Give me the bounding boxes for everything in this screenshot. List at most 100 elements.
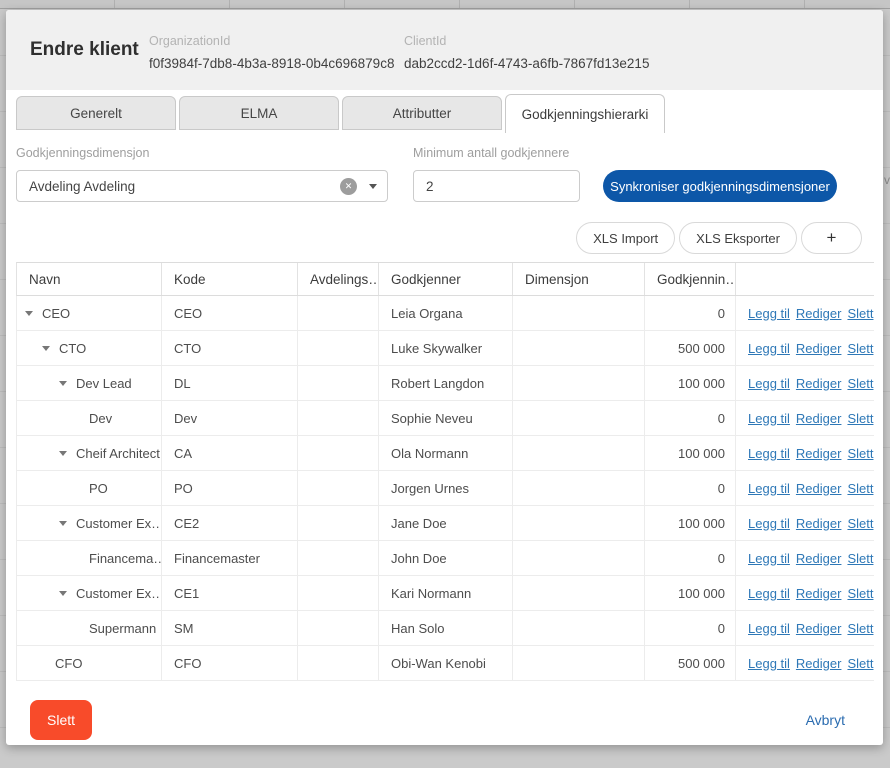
cancel-link[interactable]: Avbryt <box>806 712 845 728</box>
add-child-link[interactable]: Legg til <box>748 586 790 601</box>
cell-approver: John Doe <box>379 541 513 575</box>
tab-generelt[interactable]: Generelt <box>16 96 176 130</box>
column-header[interactable]: Dimensjon <box>513 263 645 295</box>
tab-bar: GenereltELMAAttributterGodkjenningshiera… <box>16 94 665 133</box>
tree-cell: Cheif Architect <box>17 436 162 470</box>
client-id-value: dab2ccd2-1d6f-4743-a6fb-7867fd13e215 <box>404 56 649 71</box>
delete-link[interactable]: Slett <box>847 621 873 636</box>
edit-link[interactable]: Rediger <box>796 621 842 636</box>
edit-link[interactable]: Rediger <box>796 306 842 321</box>
add-child-link[interactable]: Legg til <box>748 481 790 496</box>
add-child-link[interactable]: Legg til <box>748 341 790 356</box>
add-child-link[interactable]: Legg til <box>748 376 790 391</box>
cell-code: Dev <box>162 401 298 435</box>
row-actions: Legg til Rediger Slett <box>736 541 874 575</box>
edit-link[interactable]: Rediger <box>796 376 842 391</box>
hierarchy-table: NavnKodeAvdelings…GodkjennerDimensjonGod… <box>16 262 874 681</box>
table-row: Dev LeadDLRobert Langdon100 000Legg tilR… <box>16 366 874 401</box>
xls-import-button[interactable]: XLS Import <box>576 222 675 254</box>
edit-link[interactable]: Rediger <box>796 446 842 461</box>
delete-link[interactable]: Slett <box>847 516 873 531</box>
node-name: Financema… <box>89 551 162 566</box>
table-toolbar: XLS Import XLS Eksporter + <box>576 222 862 254</box>
xls-export-button[interactable]: XLS Eksporter <box>679 222 797 254</box>
column-header[interactable]: Kode <box>162 263 298 295</box>
collapse-arrow-icon[interactable] <box>25 311 33 316</box>
chevron-down-icon[interactable] <box>369 184 377 189</box>
edit-link[interactable]: Rediger <box>796 481 842 496</box>
collapse-arrow-icon[interactable] <box>42 346 50 351</box>
column-header[interactable]: Avdelings… <box>298 263 379 295</box>
delete-button[interactable]: Slett <box>30 700 92 740</box>
cell-amount: 0 <box>645 296 736 330</box>
tab-elma[interactable]: ELMA <box>179 96 339 130</box>
edit-link[interactable]: Rediger <box>796 411 842 426</box>
cell-approver: Ola Normann <box>379 436 513 470</box>
row-actions: Legg til Rediger Slett <box>736 646 874 680</box>
tree-cell: Dev <box>17 401 162 435</box>
cell-department <box>298 611 379 645</box>
cell-code: SM <box>162 611 298 645</box>
add-row-button[interactable]: + <box>801 222 862 254</box>
add-child-link[interactable]: Legg til <box>748 306 790 321</box>
sync-dimensions-button[interactable]: Synkroniser godkjenningsdimensjoner <box>603 170 837 202</box>
edit-link[interactable]: Rediger <box>796 516 842 531</box>
table-row: Customer Ex…CE2Jane Doe100 000Legg tilRe… <box>16 506 874 541</box>
add-child-link[interactable]: Legg til <box>748 411 790 426</box>
table-row: POPOJorgen Urnes0Legg tilRedigerSlett <box>16 471 874 506</box>
cell-dimension <box>513 366 645 400</box>
delete-link[interactable]: Slett <box>847 341 873 356</box>
edit-link[interactable]: Rediger <box>796 341 842 356</box>
cell-amount: 100 000 <box>645 366 736 400</box>
tab-godkjenningshierarki[interactable]: Godkjenningshierarki <box>505 94 665 133</box>
column-header[interactable]: Godkjennin… <box>645 263 736 295</box>
screen: v Endre klient OrganizationId f0f3984f-7… <box>0 0 890 768</box>
cell-amount: 100 000 <box>645 436 736 470</box>
collapse-arrow-icon[interactable] <box>59 591 67 596</box>
delete-link[interactable]: Slett <box>847 551 873 566</box>
add-child-link[interactable]: Legg til <box>748 551 790 566</box>
dimension-select[interactable]: Avdeling Avdeling ✕ <box>16 170 388 202</box>
delete-link[interactable]: Slett <box>847 481 873 496</box>
cell-dimension <box>513 401 645 435</box>
delete-link[interactable]: Slett <box>847 586 873 601</box>
cell-amount: 0 <box>645 471 736 505</box>
delete-link[interactable]: Slett <box>847 411 873 426</box>
table-row: DevDevSophie Neveu0Legg tilRedigerSlett <box>16 401 874 436</box>
cell-dimension <box>513 646 645 680</box>
table-row: Cheif ArchitectCAOla Normann100 000Legg … <box>16 436 874 471</box>
delete-link[interactable]: Slett <box>847 306 873 321</box>
cell-code: PO <box>162 471 298 505</box>
tab-attributter[interactable]: Attributter <box>342 96 502 130</box>
cell-approver: Han Solo <box>379 611 513 645</box>
background-table-header <box>0 0 890 9</box>
edit-link[interactable]: Rediger <box>796 656 842 671</box>
node-name: Customer Ex… <box>76 586 162 601</box>
cell-department <box>298 576 379 610</box>
collapse-arrow-icon[interactable] <box>59 521 67 526</box>
table-row: CFOCFOObi-Wan Kenobi500 000Legg tilRedig… <box>16 646 874 681</box>
column-header[interactable]: Navn <box>17 263 162 295</box>
edit-link[interactable]: Rediger <box>796 551 842 566</box>
min-approvers-input[interactable] <box>413 170 580 202</box>
add-child-link[interactable]: Legg til <box>748 656 790 671</box>
delete-link[interactable]: Slett <box>847 446 873 461</box>
cell-dimension <box>513 471 645 505</box>
delete-link[interactable]: Slett <box>847 376 873 391</box>
modal-header: Endre klient OrganizationId f0f3984f-7db… <box>6 10 883 90</box>
clear-icon[interactable]: ✕ <box>340 178 357 195</box>
row-actions: Legg til Rediger Slett <box>736 471 874 505</box>
column-header[interactable] <box>736 263 874 295</box>
collapse-arrow-icon[interactable] <box>59 381 67 386</box>
column-header[interactable]: Godkjenner <box>379 263 513 295</box>
collapse-arrow-icon[interactable] <box>59 451 67 456</box>
delete-link[interactable]: Slett <box>847 656 873 671</box>
cell-amount: 100 000 <box>645 576 736 610</box>
add-child-link[interactable]: Legg til <box>748 446 790 461</box>
edit-link[interactable]: Rediger <box>796 586 842 601</box>
row-actions: Legg til Rediger Slett <box>736 436 874 470</box>
node-name: Cheif Architect <box>76 446 160 461</box>
add-child-link[interactable]: Legg til <box>748 516 790 531</box>
cell-approver: Sophie Neveu <box>379 401 513 435</box>
add-child-link[interactable]: Legg til <box>748 621 790 636</box>
